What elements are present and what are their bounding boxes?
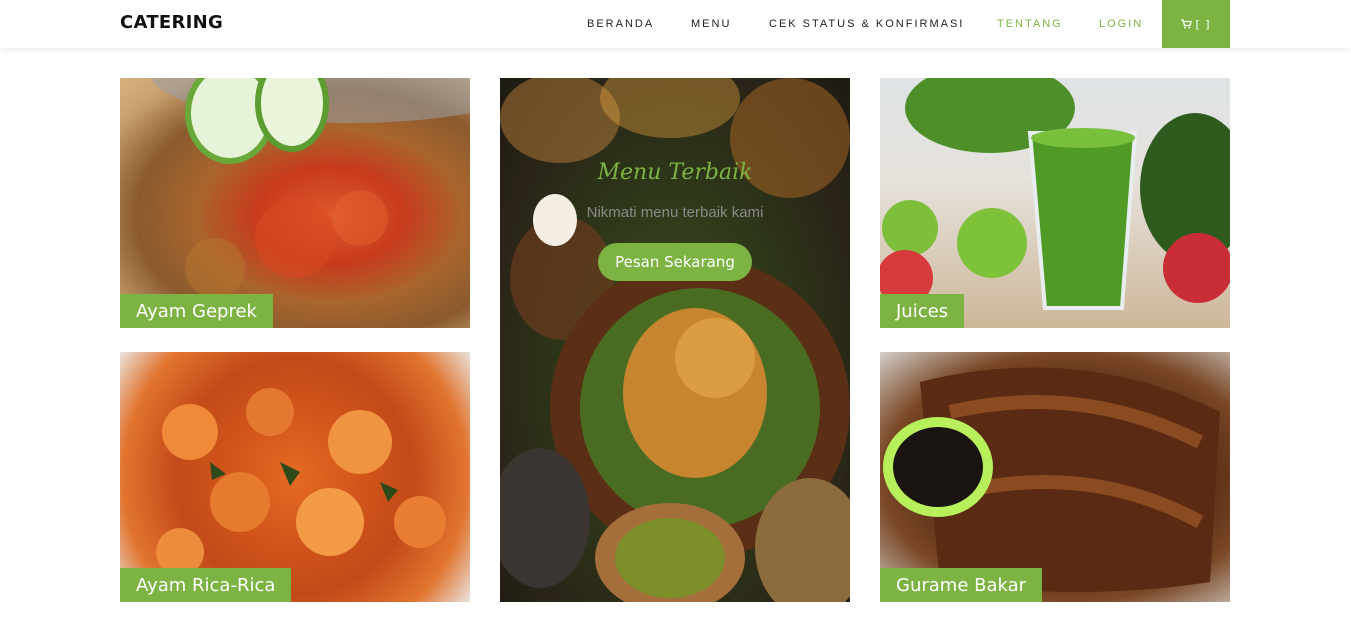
nav-link-tentang[interactable]: TENTANG [997,18,1063,30]
hero-card: Menu Terbaik Nikmati menu terbaik kami P… [500,78,850,602]
menu-card-juices[interactable]: Juices [880,78,1230,328]
menu-card-ayam-rica-rica[interactable]: Ayam Rica-Rica [120,352,470,602]
nav-item-login[interactable]: LOGIN [1099,0,1143,48]
nav-link-cek-status[interactable]: CEK STATUS & KONFIRMASI [769,18,964,30]
hero-food-image [500,78,850,602]
nav-link-beranda[interactable]: BERANDA [587,18,654,30]
card-label-gurame-bakar: Gurame Bakar [880,568,1043,602]
ayam-geprek-image [151,78,470,298]
navbar: CATERING BERANDA MENU CEK STATUS & KONFI… [0,0,1351,48]
order-now-button[interactable]: Pesan Sekarang [598,243,752,281]
juices-image [880,78,1230,310]
nav-item-cek-status[interactable]: CEK STATUS & KONFIRMASI [769,0,964,48]
hero-subtitle: Nikmati menu terbaik kami [586,204,764,221]
nav-item-tentang[interactable]: TENTANG [997,0,1063,48]
nav-item-beranda[interactable]: BERANDA [587,0,654,48]
hero-title: Menu Terbaik [597,160,753,185]
menu-card-ayam-geprek[interactable]: Ayam Geprek [120,78,470,328]
cart-count: [ ] [1195,17,1211,31]
card-label-ayam-geprek: Ayam Geprek [120,294,273,328]
brand-logo[interactable]: CATERING [120,12,223,33]
cart-icon [1181,19,1193,29]
card-label-ayam-rica-rica: Ayam Rica-Rica [120,568,292,602]
nav-item-menu[interactable]: MENU [691,0,731,48]
cart-button[interactable]: [ ] [1162,0,1230,48]
menu-card-gurame-bakar[interactable]: Gurame Bakar [880,352,1230,602]
ayam-rica-rica-image [156,388,446,576]
nav-link-login[interactable]: LOGIN [1099,18,1143,30]
gurame-bakar-image [883,367,1220,592]
nav-link-menu[interactable]: MENU [691,18,731,30]
card-label-juices: Juices [880,294,965,328]
